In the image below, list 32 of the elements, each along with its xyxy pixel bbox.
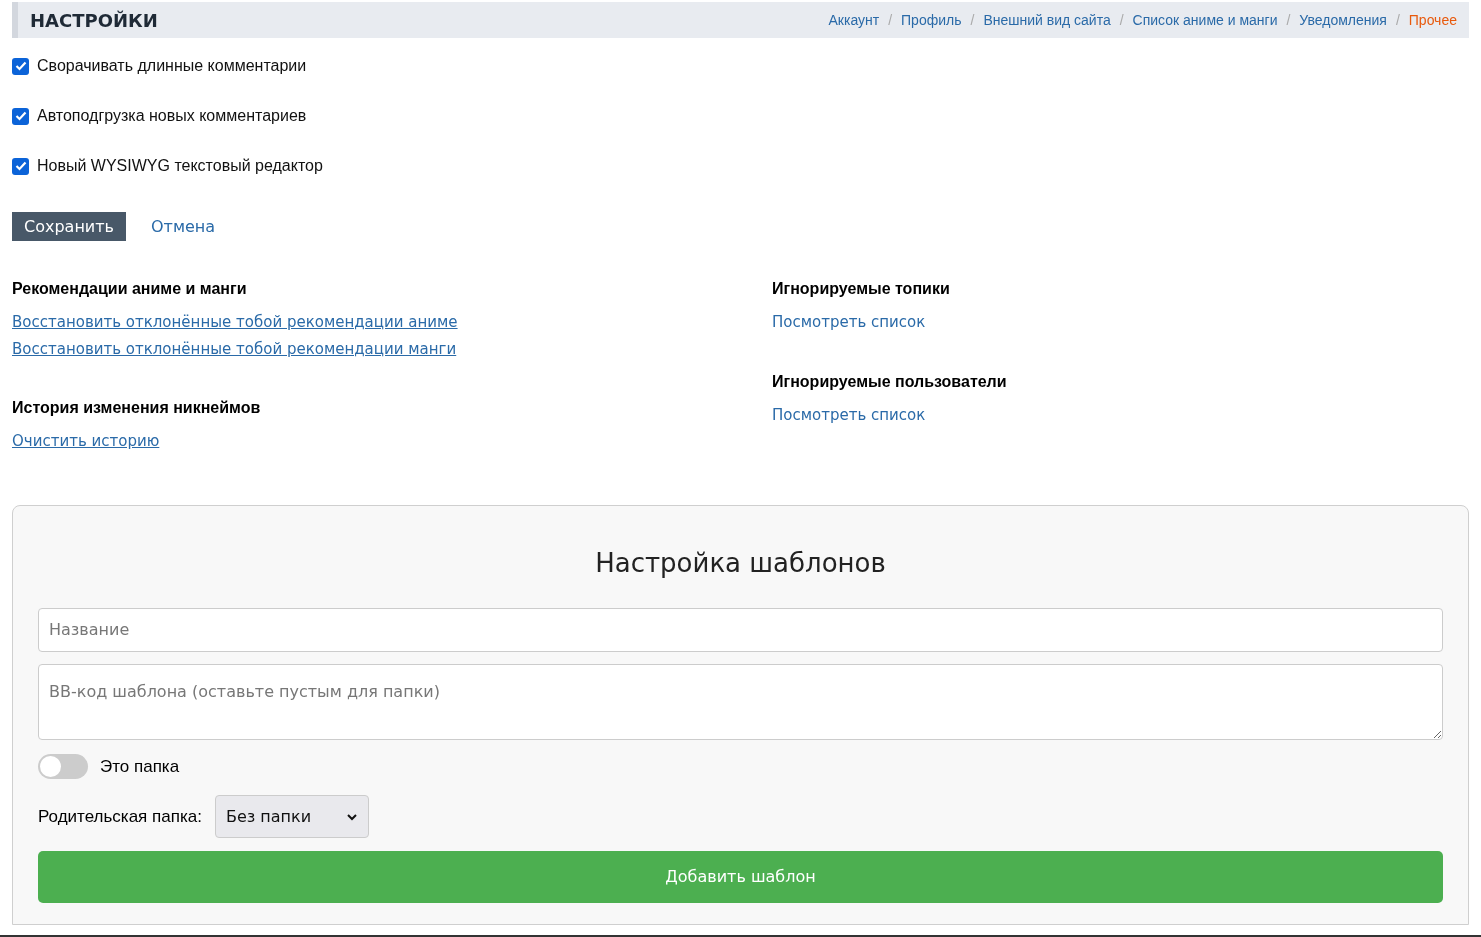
toggle-label: Это папка [100, 755, 180, 778]
breadcrumb-separator: / [1395, 10, 1400, 30]
page-title: НАСТРОЙКИ [30, 8, 158, 33]
save-button[interactable]: Сохранить [12, 212, 126, 241]
section-link[interactable]: Посмотреть список [772, 403, 926, 426]
code-textarea[interactable]: BB-код шаблона (оставьте пустым для папки) [38, 663, 1443, 740]
section-link[interactable]: Очистить историю [12, 430, 160, 453]
breadcrumb-separator: / [1119, 10, 1124, 30]
section-link[interactable]: Восстановить отклонённые тобой рекомендации манги [12, 337, 457, 360]
nav-link[interactable]: Профиль [901, 9, 962, 31]
section-heading: История изменения никнеймов [12, 398, 262, 418]
section-heading: Рекомендации аниме и манги [12, 279, 248, 299]
nav-link[interactable]: Уведомления [1299, 9, 1387, 31]
checkbox-label: Автоподгрузка новых комментариев [37, 106, 307, 126]
breadcrumb-separator: / [888, 10, 893, 30]
nav-link[interactable]: Аккаунт [828, 9, 880, 31]
section-link[interactable]: Посмотреть список [772, 311, 926, 334]
name-input-field[interactable]: Название [38, 607, 1443, 652]
parent-folder-select[interactable]: Без папки [214, 795, 369, 838]
breadcrumb-separator: / [1286, 10, 1291, 30]
section-heading: Игнорируемые пользователи [772, 371, 1008, 392]
parent-folder-label: Родительская папка: [38, 805, 202, 828]
nav-link[interactable]: Внешний вид сайта [983, 9, 1111, 31]
breadcrumb-separator: / [970, 10, 975, 30]
checkbox-label: Сворачивать длинные комментарии [37, 56, 307, 76]
section-heading: Игнорируемые топики [772, 279, 951, 299]
section-link[interactable]: Восстановить отклонённые тобой рекомендации аниме [12, 311, 458, 334]
cancel-link[interactable]: Отмена [151, 214, 216, 239]
card-title: Настройка шаблонов [594, 546, 887, 580]
nav-link[interactable]: Прочее [1408, 9, 1457, 31]
nav-link[interactable]: Список аниме и манги [1132, 9, 1278, 31]
checkbox-label: Новый WYSIWYG текстовый редактор [37, 156, 323, 176]
